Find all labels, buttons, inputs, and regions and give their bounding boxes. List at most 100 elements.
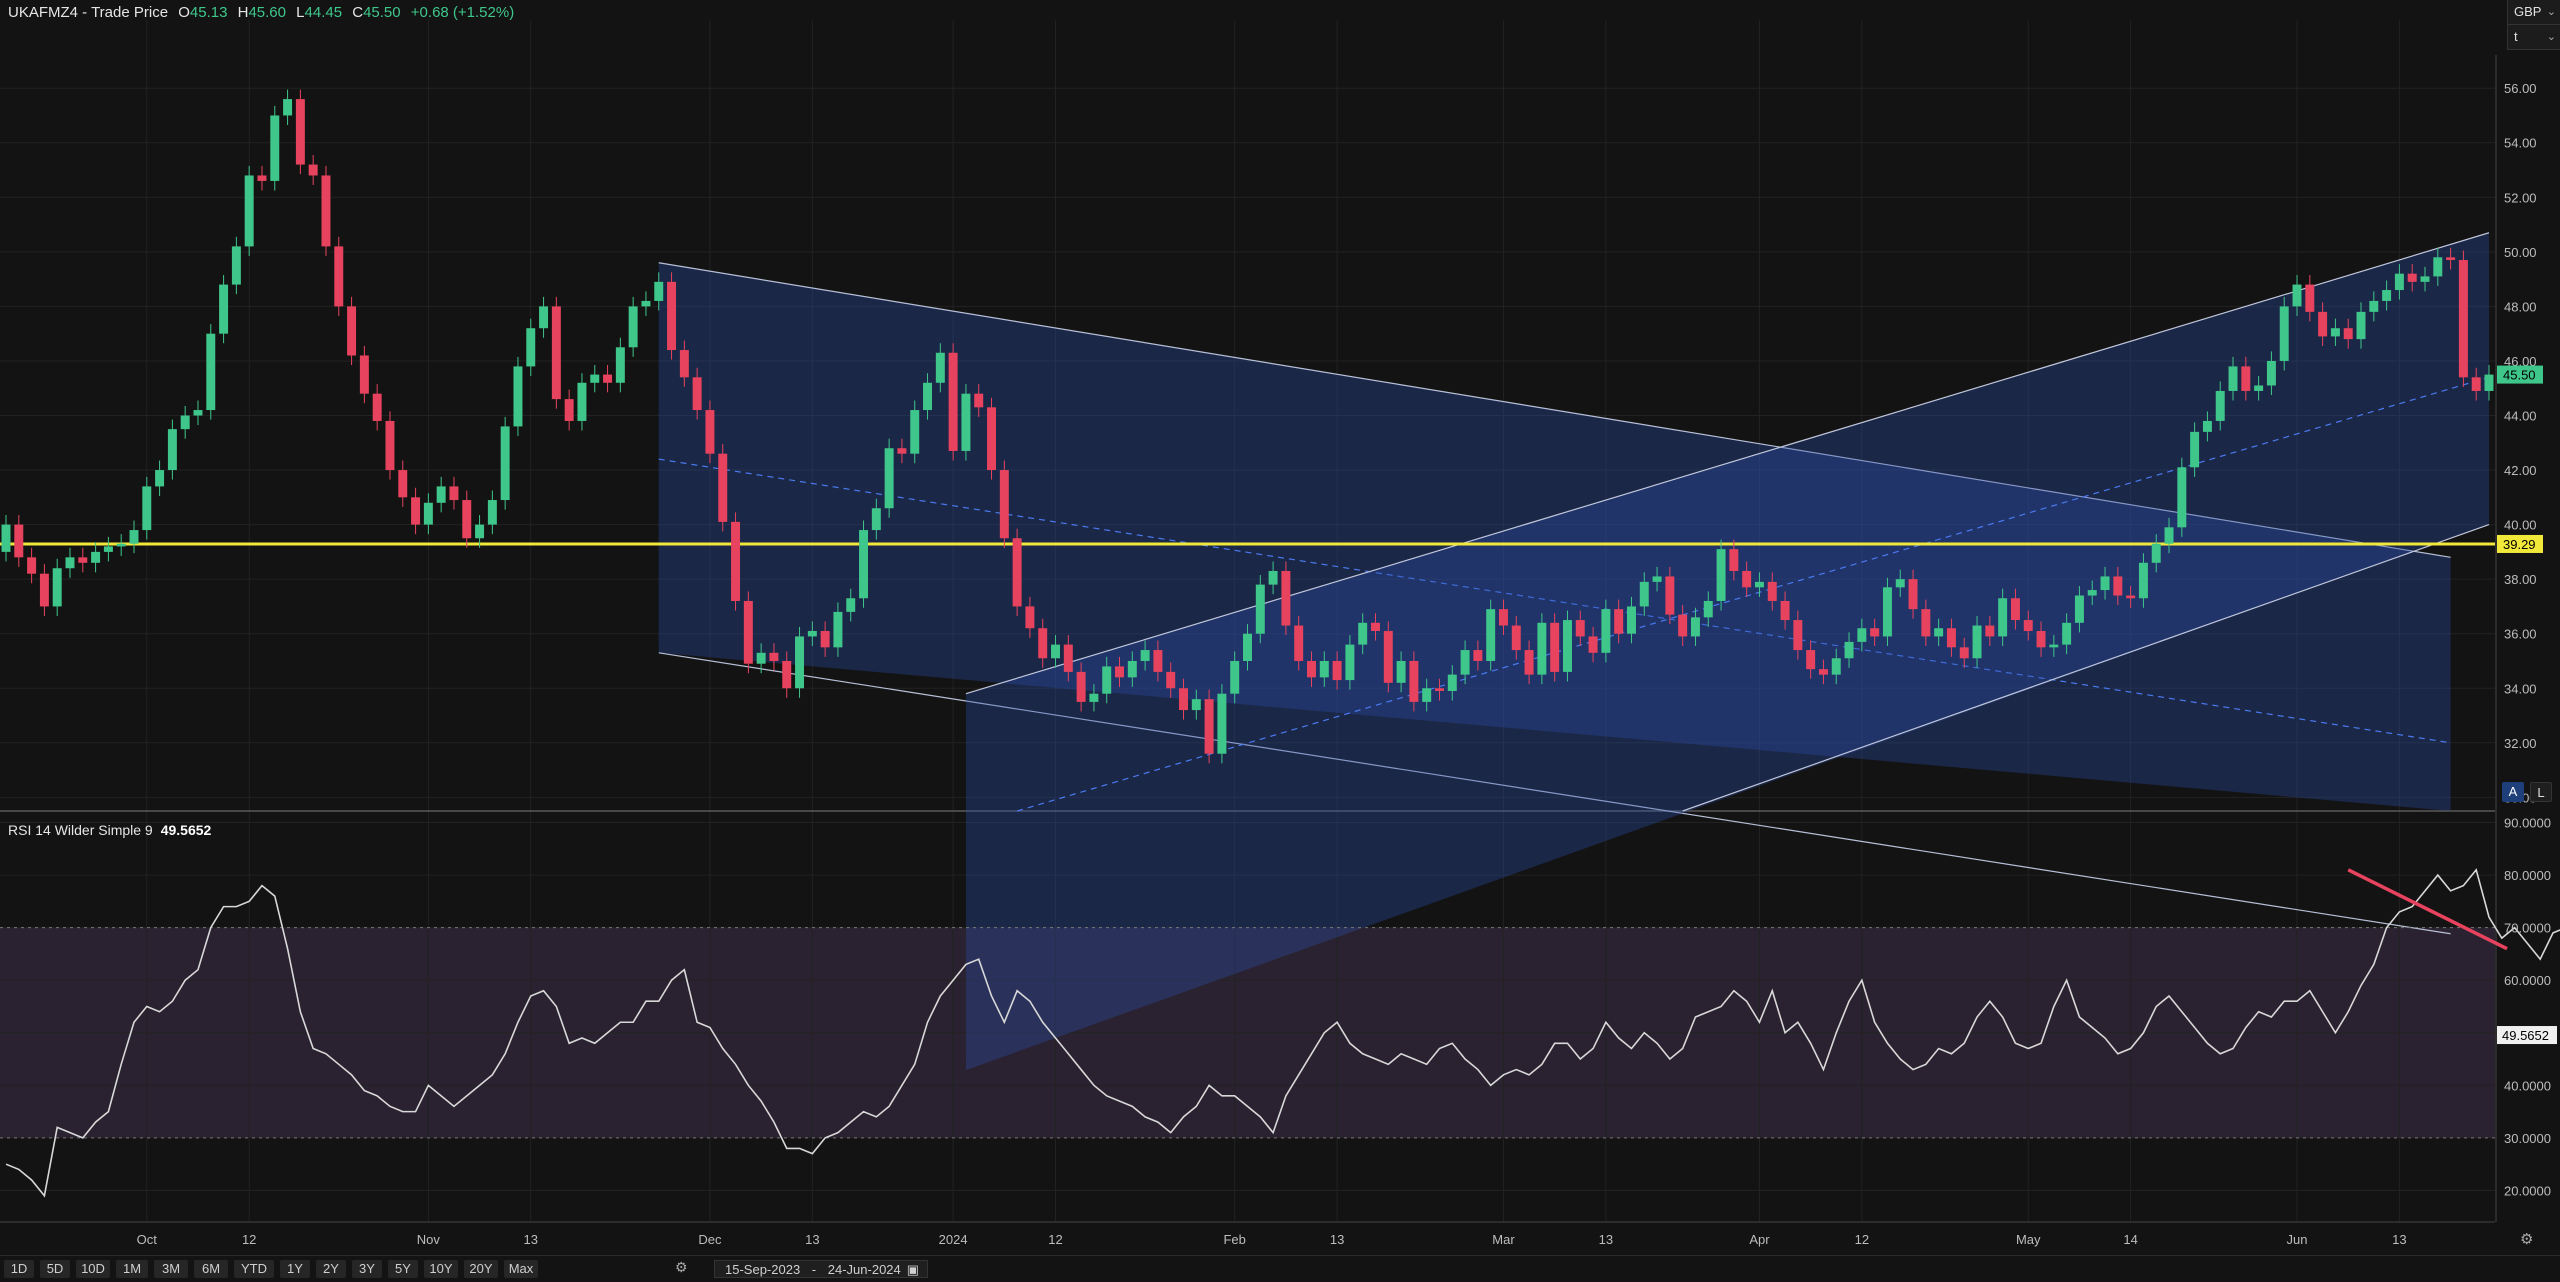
- candle-body: [359, 355, 369, 394]
- candle-body: [948, 352, 958, 451]
- candle-body: [1780, 600, 1790, 621]
- candle-body: [1294, 625, 1304, 661]
- candle-body: [1626, 606, 1636, 634]
- rsi-header: RSI 14 Wilder Simple 9 49.5652: [8, 822, 211, 838]
- candle-body: [1537, 622, 1547, 675]
- chart-canvas[interactable]: 56.0054.0052.0050.0048.0046.0044.0042.00…: [0, 0, 2560, 1281]
- candle-body: [2458, 260, 2468, 378]
- rsi-value: 49.5652: [160, 822, 212, 838]
- candle-body: [2151, 543, 2161, 563]
- candle-body: [129, 530, 139, 544]
- candle-body: [705, 410, 715, 454]
- candle-body: [500, 426, 510, 501]
- candle-body: [999, 470, 1009, 539]
- x-tick-label: 13: [2392, 1232, 2406, 1247]
- candle-body: [2164, 527, 2174, 544]
- range-button-3m[interactable]: 3M: [154, 1260, 188, 1278]
- range-button-1d[interactable]: 1D: [4, 1260, 34, 1278]
- price-header: UKAFMZ4 - Trade Price O45.13 H45.60 L44.…: [8, 4, 514, 21]
- candle-body: [65, 557, 75, 569]
- candle-body: [14, 524, 24, 558]
- currency-select[interactable]: ⌄ GBP: [2508, 0, 2560, 25]
- candle-body: [219, 284, 229, 334]
- candle-body: [897, 448, 907, 454]
- candle-body: [372, 393, 382, 421]
- candle-body: [603, 374, 613, 383]
- candle-body: [807, 630, 817, 637]
- gear-icon[interactable]: ⚙: [2520, 1230, 2533, 1248]
- candle-body: [1652, 576, 1662, 582]
- range-button-5d[interactable]: 5D: [40, 1260, 70, 1278]
- candle-body: [769, 652, 779, 661]
- price-tick-label: 56.00: [2504, 81, 2537, 96]
- date-range-picker[interactable]: 15-Sep-2023 - 24-Jun-2024 ▣: [714, 1260, 928, 1278]
- candle-body: [910, 410, 920, 454]
- candle-body: [974, 393, 984, 408]
- range-button-10d[interactable]: 10D: [76, 1260, 110, 1278]
- candle-body: [180, 415, 190, 430]
- range-button-20y[interactable]: 20Y: [464, 1260, 498, 1278]
- candle-body: [743, 600, 753, 664]
- candle-body: [436, 486, 446, 503]
- gear-icon[interactable]: ⚙: [675, 1259, 688, 1276]
- auto-scale-button[interactable]: A: [2502, 782, 2524, 802]
- unit-select[interactable]: ⌄ t: [2508, 25, 2560, 50]
- candle-body: [1230, 660, 1240, 694]
- candle-body: [1140, 650, 1150, 661]
- change-value: +0.68 (+1.52%): [410, 4, 515, 21]
- candle-body: [1575, 620, 1585, 637]
- x-tick-label: Feb: [1223, 1232, 1245, 1247]
- range-button-1y[interactable]: 1Y: [280, 1260, 310, 1278]
- candle-body: [2228, 366, 2238, 391]
- calendar-icon: ▣: [906, 1262, 919, 1277]
- range-button-10y[interactable]: 10Y: [424, 1260, 458, 1278]
- range-button-1m[interactable]: 1M: [116, 1260, 148, 1278]
- candle-body: [1562, 620, 1572, 672]
- candle-body: [167, 429, 177, 471]
- candle-body: [283, 99, 293, 116]
- candle-body: [2446, 257, 2456, 261]
- range-button-6m[interactable]: 6M: [194, 1260, 228, 1278]
- range-button-ytd[interactable]: YTD: [234, 1260, 274, 1278]
- candle-body: [2074, 595, 2084, 623]
- candle-body: [1703, 600, 1713, 618]
- log-scale-button[interactable]: L: [2530, 782, 2552, 802]
- candle-body: [295, 99, 305, 165]
- candle-body: [692, 377, 702, 411]
- price-tick-label: 50.00: [2504, 245, 2537, 260]
- range-button-5y[interactable]: 5Y: [388, 1260, 418, 1278]
- candle-body: [2100, 576, 2110, 591]
- candle-body: [1690, 617, 1700, 637]
- low-value: 44.45: [304, 4, 343, 21]
- candle-body: [2343, 328, 2353, 340]
- candle-body: [1396, 660, 1406, 683]
- range-button-2y[interactable]: 2Y: [316, 1260, 346, 1278]
- candle-body: [1844, 641, 1854, 659]
- candle-body: [1422, 688, 1432, 702]
- price-tick-label: 54.00: [2504, 136, 2537, 151]
- candle-body: [539, 306, 549, 329]
- candle-body: [449, 486, 459, 501]
- candle-body: [1639, 581, 1649, 607]
- rsi-tick-label: 60.0000: [2504, 973, 2551, 988]
- candle-body: [1102, 666, 1112, 694]
- candle-body: [923, 382, 933, 411]
- candle-body: [1729, 549, 1739, 571]
- candle-body: [1882, 587, 1892, 637]
- candle-body: [2356, 311, 2366, 340]
- x-tick-label: Oct: [137, 1232, 158, 1247]
- candle-body: [1793, 620, 1803, 651]
- candle-body: [2254, 385, 2264, 391]
- candle-body: [2279, 306, 2289, 361]
- close-label: C: [352, 4, 364, 21]
- candle-body: [577, 382, 587, 421]
- range-button-3y[interactable]: 3Y: [352, 1260, 382, 1278]
- candle-body: [820, 630, 830, 648]
- candle-body: [2433, 257, 2443, 277]
- rsi-last-label: 49.5652: [2502, 1028, 2549, 1043]
- candle-body: [1166, 671, 1176, 689]
- support-price-label: 39.29: [2503, 537, 2536, 552]
- range-button-max[interactable]: Max: [504, 1260, 538, 1278]
- candle-body: [2190, 431, 2200, 468]
- currency-box[interactable]: ⌄ GBP ⌄ t: [2507, 0, 2560, 50]
